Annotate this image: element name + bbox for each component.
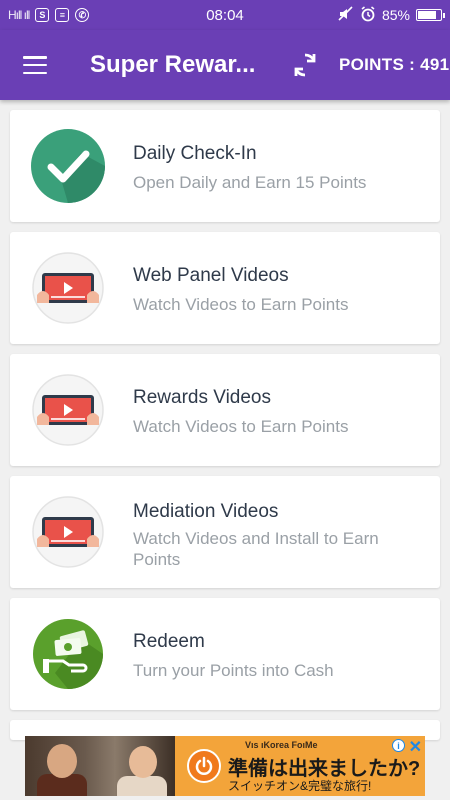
card-subtitle: Open Daily and Earn 15 Points: [133, 173, 367, 192]
menu-button[interactable]: [0, 30, 70, 100]
power-icon: [187, 749, 221, 783]
status-bar: Hıll ıll S ≡ ✆ 08:04 85%: [0, 0, 450, 30]
cash-icon: [33, 619, 103, 689]
video-tablet-icon: [32, 496, 104, 568]
ad-banner[interactable]: Vıs ıKorea FoıMe 準備は出来ましたか? スイッチオン&完璧な旅行…: [25, 736, 425, 796]
sync-icon: [294, 53, 316, 77]
check-icon: [31, 129, 105, 203]
card-subtitle: Watch Videos and Install to Earn Points: [133, 529, 379, 569]
signal-icon: Hıll ıll: [8, 8, 30, 22]
card-title: Mediation Videos: [133, 501, 279, 522]
whatsapp-icon: ✆: [75, 8, 90, 22]
rewards-videos-card[interactable]: Rewards Videos Watch Videos to Earn Poin…: [10, 354, 440, 466]
points-counter: POINTS : 491: [339, 55, 450, 74]
video-tablet-icon: [32, 252, 104, 324]
rewards-list: Daily Check-In Open Daily and Earn 15 Po…: [10, 110, 440, 750]
ad-close-icon[interactable]: ✕: [409, 737, 422, 757]
status-bar-left: Hıll ıll S ≡ ✆: [8, 8, 338, 22]
card-title: Daily Check-In: [133, 143, 257, 164]
mute-icon: [338, 5, 354, 25]
status-bar-right: 85%: [338, 5, 445, 25]
refresh-button[interactable]: [285, 45, 325, 85]
battery-icon: [416, 9, 445, 21]
ad-photo: [25, 736, 175, 796]
ad-info-icon[interactable]: i: [392, 739, 405, 752]
alarm-icon: [360, 5, 376, 25]
card-title: Web Panel Videos: [133, 265, 289, 286]
card-title: Redeem: [133, 631, 205, 652]
app-title: Super Rewar...: [90, 51, 256, 78]
card-subtitle: Turn your Points into Cash: [133, 661, 334, 680]
video-tablet-icon: [32, 374, 104, 446]
ad-subtext: スイッチオン&完璧な旅行!: [228, 779, 372, 793]
card-subtitle: Watch Videos to Earn Points: [133, 417, 349, 436]
daily-check-in-card[interactable]: Daily Check-In Open Daily and Earn 15 Po…: [10, 110, 440, 222]
battery-percent: 85%: [381, 7, 410, 23]
s-icon: S: [35, 8, 50, 22]
web-panel-videos-card[interactable]: Web Panel Videos Watch Videos to Earn Po…: [10, 232, 440, 344]
message-icon: ≡: [55, 8, 70, 22]
app-bar: Super Rewar... POINTS : 491: [0, 30, 450, 100]
mediation-videos-card[interactable]: Mediation Videos Watch Videos and Instal…: [10, 476, 440, 588]
ad-brand: Vıs ıKorea FoıMe: [245, 740, 318, 750]
hamburger-icon: [23, 56, 47, 74]
redeem-card[interactable]: Redeem Turn your Points into Cash: [10, 598, 440, 710]
card-title: Rewards Videos: [133, 387, 272, 408]
card-subtitle: Watch Videos to Earn Points: [133, 295, 349, 314]
